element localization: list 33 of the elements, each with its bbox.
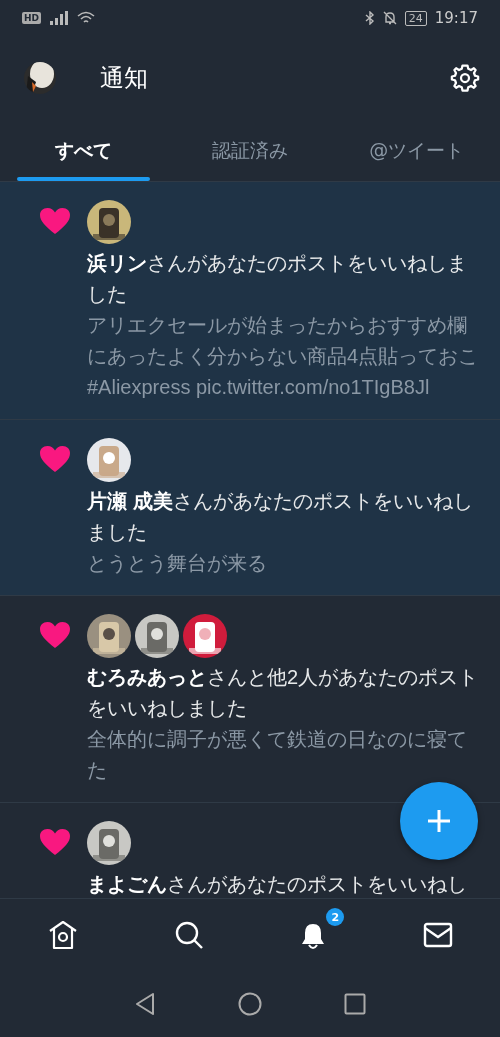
tab[interactable]: 認証済み xyxy=(166,120,334,181)
heart-icon xyxy=(40,446,70,472)
heart-icon xyxy=(40,208,70,234)
notification-text: むろみあっとさんと他2人があなたのポストをいいねしました xyxy=(87,665,479,721)
search-icon xyxy=(173,920,204,950)
heart-icon xyxy=(40,622,70,648)
settings-icon[interactable] xyxy=(450,63,480,93)
bluetooth-icon xyxy=(364,11,375,25)
home-circle-icon[interactable] xyxy=(238,992,262,1016)
post-text: とうとう舞台が来る xyxy=(87,551,268,576)
tab[interactable]: すべて xyxy=(0,120,167,181)
hd-badge: HD xyxy=(22,12,41,24)
clock: 19:17 xyxy=(434,9,478,27)
post-text: 全体的に調子が悪くて鉄道の日なのに寝てた xyxy=(87,727,468,783)
mail-icon xyxy=(422,922,453,948)
page-title: 通知 xyxy=(100,63,149,94)
heart-icon xyxy=(40,829,70,855)
plus-icon xyxy=(426,808,452,834)
notification-item[interactable]: 片瀬 成美さんがあなたのポストをいいねしました とうとう舞台が来る xyxy=(0,420,500,596)
post-text: アリエクセールが始まったからおすすめ欄にあったよく分からない商品4点貼っておこ #Aliexpress pic.twitter.com/no1TIgB8Jl xyxy=(87,313,479,400)
notification-item[interactable]: 浜リンさんがあなたのポストをいいねしました アリエクセールが始まったからおすすめ欄にあったよく分からない商品4点貼っておこ #Aliexpress pic.twitter.com/no1TIgB8Jl xyxy=(0,182,500,420)
tab[interactable]: @ツイート xyxy=(333,120,500,181)
notification-text: 片瀬 成美さんがあなたのポストをいいねしました xyxy=(87,489,474,545)
signal-icon xyxy=(49,11,69,25)
count-badge: 2 xyxy=(326,908,345,926)
notification-text: 浜リンさんがあなたのポストをいいねしました xyxy=(87,251,468,307)
wifi-icon xyxy=(77,11,95,25)
back-icon[interactable] xyxy=(134,992,156,1016)
muted-bell-icon xyxy=(382,11,397,25)
recents-square-icon[interactable] xyxy=(344,993,366,1015)
compose-button[interactable] xyxy=(400,782,478,860)
notification-text: まよごんさんがあなたのポストをいいねし xyxy=(87,872,468,897)
battery-indicator: 24 xyxy=(404,10,427,26)
